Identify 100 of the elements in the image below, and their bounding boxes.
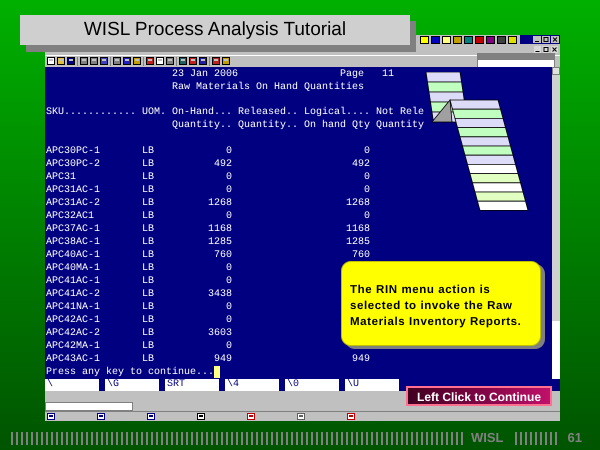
column-header: Logical.... xyxy=(304,106,370,118)
status-icon xyxy=(147,413,155,420)
toolbar-icon[interactable] xyxy=(156,57,164,66)
column-header: Released.. xyxy=(238,106,298,118)
table-cell: LB xyxy=(142,262,154,274)
table-cell: APC42MA-1 xyxy=(46,340,100,352)
table-cell: APC40AC-1 xyxy=(46,250,100,261)
report-date: 23 Jan 2006 xyxy=(172,68,240,81)
table-cell: 0 xyxy=(226,262,232,274)
function-key-field[interactable]: SRT xyxy=(165,378,219,391)
table-cell: LB xyxy=(142,172,154,183)
table-cell: APC42AC-1 xyxy=(46,314,100,326)
column-header: Quantity xyxy=(376,120,424,131)
toolbar-icon[interactable] xyxy=(133,57,141,66)
toolbar-icon[interactable] xyxy=(189,57,197,66)
table-cell: 0 xyxy=(364,210,370,222)
column-header: Quantity.. xyxy=(172,120,232,131)
table-cell: LB xyxy=(142,198,154,209)
maximize-icon[interactable] xyxy=(542,36,550,43)
table-cell: 0 xyxy=(226,210,232,222)
toolbar-icon[interactable] xyxy=(166,57,174,66)
toolbar-icon[interactable] xyxy=(113,57,121,66)
table-cell: 1285 xyxy=(208,236,232,248)
table-cell: 0 xyxy=(226,276,232,287)
toolbar-icon[interactable] xyxy=(67,57,75,66)
table-cell: 760 xyxy=(214,250,232,261)
toolbar-icon[interactable] xyxy=(80,57,88,66)
status-icon xyxy=(247,413,255,420)
table-cell: APC31AC-2 xyxy=(46,198,100,209)
column-header: On-Hand... xyxy=(172,106,232,118)
table-cell: 760 xyxy=(352,250,370,261)
status-icon xyxy=(97,413,105,420)
table-cell: LB xyxy=(142,314,154,326)
table-cell: APC30PC-1 xyxy=(46,146,100,157)
callout-text: The RIN menu action is selected to invoke the Raw Materials Inventory Reports. xyxy=(341,261,541,346)
table-cell: APC37AC-1 xyxy=(46,224,100,235)
column-header: Quantity.. xyxy=(238,120,298,131)
toolbar-icon[interactable] xyxy=(212,57,220,66)
window-controls-icon[interactable] xyxy=(534,46,558,53)
function-key-field[interactable]: \G xyxy=(105,378,159,391)
toolbar-icon[interactable] xyxy=(199,57,207,66)
footer-label: WISL xyxy=(471,429,504,448)
table-cell: LB xyxy=(142,302,154,313)
function-key-field[interactable]: \0 xyxy=(285,378,339,391)
toolbar-icon[interactable] xyxy=(179,57,187,66)
toolbar-icon[interactable] xyxy=(100,57,108,66)
input-field[interactable] xyxy=(45,402,133,412)
column-header: Not Rele xyxy=(376,106,424,118)
table-cell: LB xyxy=(142,288,154,300)
table-cell: 949 xyxy=(214,354,232,365)
table-cell: 1268 xyxy=(346,198,370,209)
function-key-field[interactable]: \ xyxy=(45,378,99,391)
toolbar-icon[interactable] xyxy=(57,57,65,66)
table-cell: 1268 xyxy=(208,198,232,209)
text-cursor xyxy=(214,366,220,378)
column-header: UOM. xyxy=(142,106,166,118)
slide-title: WISL Process Analysis Tutorial xyxy=(20,15,410,45)
table-cell: 0 xyxy=(364,184,370,196)
table-cell: LB xyxy=(142,328,154,339)
table-cell: 0 xyxy=(364,146,370,157)
table-cell: LB xyxy=(142,250,154,261)
report-title: Raw Materials On Hand Quantities xyxy=(172,80,364,94)
toolbar-icon[interactable] xyxy=(123,57,131,66)
column-header: SKU............ xyxy=(46,106,136,118)
table-cell: APC42AC-2 xyxy=(46,328,100,339)
prompt-text: Press any key to continue... xyxy=(46,366,214,379)
table-cell: APC41AC-1 xyxy=(46,276,100,287)
table-cell: 3603 xyxy=(208,328,232,339)
close-icon[interactable] xyxy=(551,36,559,43)
table-cell: LB xyxy=(142,158,154,170)
page-indicator: Page 11 xyxy=(340,68,394,81)
status-icon xyxy=(197,413,205,420)
toolbar-icon[interactable] xyxy=(90,57,98,66)
status-icon xyxy=(297,413,305,420)
function-key-field[interactable]: \4 xyxy=(225,378,279,391)
table-cell: APC32AC1 xyxy=(46,210,94,222)
table-cell: 492 xyxy=(214,158,232,170)
toolbar-icon[interactable] xyxy=(47,57,55,66)
table-cell: APC43AC-1 xyxy=(46,354,100,365)
table-cell: APC38AC-1 xyxy=(46,236,100,248)
function-key-field[interactable]: \U xyxy=(345,378,399,391)
toolbar-icon[interactable] xyxy=(146,57,154,66)
table-cell: 1168 xyxy=(208,224,232,235)
toolbar-icon[interactable] xyxy=(222,57,230,66)
status-icon xyxy=(347,413,355,420)
column-header: On hand Qty xyxy=(304,120,370,131)
table-cell: APC30PC-2 xyxy=(46,158,100,170)
continue-button[interactable]: Left Click to Continue xyxy=(406,386,552,406)
table-cell: 0 xyxy=(226,340,232,352)
table-cell: LB xyxy=(142,354,154,365)
table-cell: 1168 xyxy=(346,224,370,235)
table-cell: 492 xyxy=(352,158,370,170)
minimize-icon[interactable] xyxy=(533,36,541,43)
table-cell: 0 xyxy=(364,172,370,183)
table-cell: 0 xyxy=(226,146,232,157)
table-cell: LB xyxy=(142,236,154,248)
table-cell: LB xyxy=(142,210,154,222)
table-cell: LB xyxy=(142,184,154,196)
table-cell: 0 xyxy=(226,302,232,313)
table-cell: APC41AC-2 xyxy=(46,288,100,300)
